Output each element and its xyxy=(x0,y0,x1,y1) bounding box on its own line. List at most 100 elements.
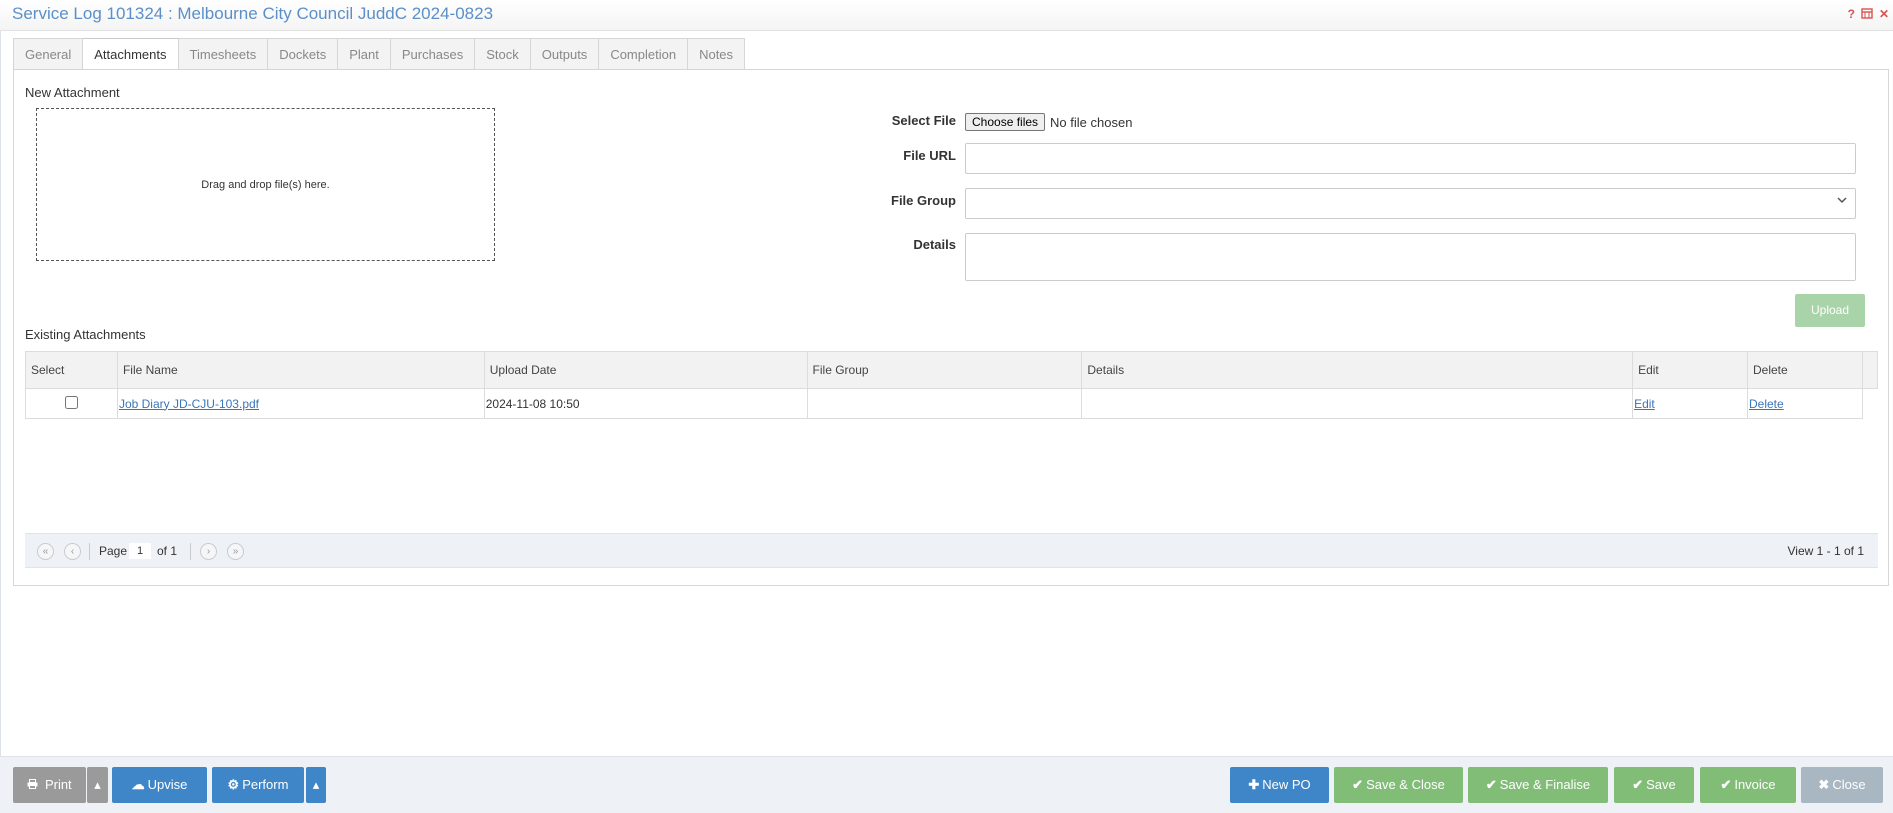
perform-button[interactable]: ⚙ Perform xyxy=(212,767,304,803)
delete-link[interactable]: Delete xyxy=(1749,397,1784,411)
upload-date-cell: 2024-11-08 10:50 xyxy=(483,388,808,419)
tab-notes[interactable]: Notes xyxy=(688,38,746,70)
page-label: Page xyxy=(99,544,128,558)
first-page-icon[interactable]: « xyxy=(37,543,54,560)
check-icon: ✔ xyxy=(1485,777,1497,792)
save-button[interactable]: ✔ Save xyxy=(1614,767,1694,803)
column-header-spacer xyxy=(1861,351,1879,389)
tab-purchases[interactable]: Purchases xyxy=(390,38,476,70)
save-label: Save xyxy=(1646,777,1676,792)
check-icon: ✔ xyxy=(1632,777,1644,792)
details-label: Details xyxy=(913,237,956,252)
file-dropzone[interactable]: Drag and drop file(s) here. xyxy=(36,108,495,261)
pagination-bar: « ‹ Page 1 of 1 › » View 1 - 1 of 1 xyxy=(25,533,1878,568)
footer-action-bar: Print ▴ ☁ Upvise ⚙ Perform ▴ ✚ New PO ✔ Save… xyxy=(0,756,1893,813)
file-name-link[interactable]: Job Diary JD-CJU-103.pdf xyxy=(119,397,259,411)
column-header-details[interactable]: Details xyxy=(1081,351,1634,389)
details-textarea[interactable] xyxy=(965,233,1856,281)
window-title: Service Log 101324 : Melbourne City Coun… xyxy=(12,4,494,23)
gear-icon: ⚙ xyxy=(227,777,240,792)
tab-dockets[interactable]: Dockets xyxy=(268,38,339,70)
attachments-panel: New Attachment Drag and drop file(s) her… xyxy=(13,69,1889,586)
tab-plant[interactable]: Plant xyxy=(338,38,391,70)
window-titlebar: Service Log 101324 : Melbourne City Coun… xyxy=(0,0,1893,31)
save-finalise-label: Save & Finalise xyxy=(1499,777,1591,792)
print-button[interactable]: Print xyxy=(13,767,86,803)
column-header-file-group[interactable]: File Group xyxy=(806,351,1083,389)
upvise-label: Upvise xyxy=(147,777,188,792)
window-controls: ? ✕ xyxy=(1848,7,1889,22)
upload-button[interactable]: Upload xyxy=(1795,294,1865,327)
chevron-down-icon xyxy=(1837,195,1847,207)
new-po-button[interactable]: ✚ New PO xyxy=(1230,767,1329,803)
table-header-row: Select File Name Upload Date File Group … xyxy=(25,351,1879,389)
edit-cell: Edit xyxy=(1632,388,1748,419)
new-attachment-title: New Attachment xyxy=(25,85,120,100)
choose-files-button[interactable]: Choose files xyxy=(965,113,1046,131)
file-group-cell xyxy=(806,388,1083,419)
caret-up-icon: ▴ xyxy=(312,777,320,792)
attachments-table: Select File Name Upload Date File Group … xyxy=(25,351,1879,419)
tab-bar: General Attachments Timesheets Dockets P… xyxy=(13,38,746,71)
edit-link[interactable]: Edit xyxy=(1634,397,1655,411)
save-close-label: Save & Close xyxy=(1366,777,1445,792)
window-left-border xyxy=(0,31,1,756)
perform-menu-button[interactable]: ▴ xyxy=(306,767,326,803)
tab-general[interactable]: General xyxy=(13,38,84,70)
column-header-file-name[interactable]: File Name xyxy=(116,351,485,389)
delete-cell: Delete xyxy=(1747,388,1863,419)
next-page-icon[interactable]: › xyxy=(200,543,217,560)
perform-label: Perform xyxy=(242,777,289,792)
row-select-checkbox[interactable] xyxy=(64,395,78,409)
tab-attachments[interactable]: Attachments xyxy=(83,38,179,71)
plus-icon: ✚ xyxy=(1248,777,1260,792)
no-file-chosen-text: No file chosen xyxy=(1050,114,1133,130)
invoice-label: Invoice xyxy=(1734,777,1776,792)
view-records-text: View 1 - 1 of 1 xyxy=(1787,544,1865,558)
column-header-upload-date[interactable]: Upload Date xyxy=(483,351,808,389)
file-chooser: Choose files No file chosen xyxy=(965,113,1132,131)
column-header-delete[interactable]: Delete xyxy=(1747,351,1863,389)
tab-outputs[interactable]: Outputs xyxy=(530,38,600,70)
dropzone-text: Drag and drop file(s) here. xyxy=(201,178,330,191)
close-label: Close xyxy=(1832,777,1866,792)
save-close-button[interactable]: ✔ Save & Close xyxy=(1334,767,1463,803)
tab-stock[interactable]: Stock xyxy=(475,38,531,70)
pager-separator xyxy=(190,543,191,560)
check-icon: ✔ xyxy=(1352,777,1364,792)
tab-completion[interactable]: Completion xyxy=(599,38,689,70)
file-group-select[interactable] xyxy=(965,188,1856,219)
prev-page-icon[interactable]: ‹ xyxy=(64,543,81,560)
file-name-cell: Job Diary JD-CJU-103.pdf xyxy=(116,388,485,419)
new-po-label: New PO xyxy=(1262,777,1311,792)
pager-separator xyxy=(89,543,90,560)
print-icon xyxy=(27,777,42,792)
invoice-button[interactable]: ✔ Invoice xyxy=(1700,767,1796,803)
calendar-icon[interactable] xyxy=(1861,7,1873,22)
print-label: Print xyxy=(44,777,72,792)
file-group-label: File Group xyxy=(891,193,956,208)
table-row: Job Diary JD-CJU-103.pdf 2024-11-08 10:5… xyxy=(25,388,1878,419)
check-icon: ✔ xyxy=(1720,777,1732,792)
row-select-cell xyxy=(25,388,118,419)
column-header-select[interactable]: Select xyxy=(25,351,118,389)
upvise-button[interactable]: ☁ Upvise xyxy=(112,767,207,803)
column-header-edit[interactable]: Edit xyxy=(1632,351,1748,389)
close-icon: ✖ xyxy=(1818,777,1830,792)
row-spacer-cell xyxy=(1862,389,1877,419)
close-icon[interactable]: ✕ xyxy=(1879,7,1889,22)
print-menu-button[interactable]: ▴ xyxy=(87,767,108,803)
cloud-icon: ☁ xyxy=(131,777,145,792)
existing-attachments-title: Existing Attachments xyxy=(25,327,146,342)
select-file-label: Select File xyxy=(891,113,956,128)
close-button[interactable]: ✖ Close xyxy=(1801,767,1883,803)
help-icon[interactable]: ? xyxy=(1848,7,1855,22)
page-number-input[interactable]: 1 xyxy=(128,542,152,560)
caret-up-icon: ▴ xyxy=(94,777,101,792)
details-cell xyxy=(1081,388,1634,419)
page-of-label: of 1 xyxy=(157,544,178,558)
file-url-input[interactable] xyxy=(965,143,1856,174)
save-finalise-button[interactable]: ✔ Save & Finalise xyxy=(1468,767,1608,803)
last-page-icon[interactable]: » xyxy=(227,543,244,560)
tab-timesheets[interactable]: Timesheets xyxy=(178,38,269,70)
